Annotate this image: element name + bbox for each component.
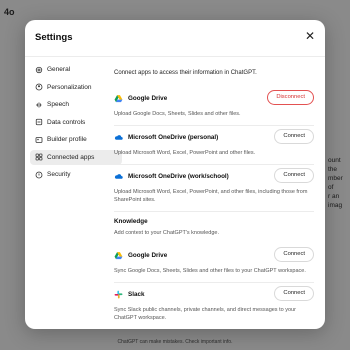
- modal-header: Settings ✕: [25, 20, 325, 57]
- settings-modal: Settings ✕ General Personalization Speec…: [25, 20, 325, 329]
- app-description: Upload Microsoft Word, Excel, PowerPoint…: [114, 189, 308, 203]
- app-description: Sync Google Docs, Sheets, Slides and oth…: [114, 268, 306, 274]
- data-controls-icon: [35, 118, 43, 126]
- google-drive-icon: [114, 94, 123, 102]
- sidebar-item-label: Builder profile: [47, 136, 87, 143]
- sidebar-item-general[interactable]: General: [30, 62, 122, 77]
- knowledge-heading: Knowledge: [114, 218, 148, 225]
- connect-button[interactable]: Connect: [274, 168, 314, 183]
- app-name: Google Drive: [128, 251, 168, 259]
- onedrive-icon: [114, 173, 123, 179]
- slack-icon: [114, 290, 123, 298]
- onedrive-icon: [114, 134, 123, 140]
- settings-sidebar: General Personalization Speech Data cont…: [30, 62, 122, 185]
- app-row-slack: Slack Sync Slack public channels, privat…: [114, 283, 314, 329]
- sidebar-item-label: Connected apps: [47, 153, 95, 161]
- app-name: Microsoft OneDrive (personal): [128, 133, 219, 141]
- sidebar-item-label: Data controls: [47, 118, 86, 126]
- security-icon: [35, 171, 43, 178]
- app-description: Upload Google Docs, Sheets, Slides and o…: [114, 111, 241, 117]
- speech-icon: [36, 102, 42, 107]
- sidebar-item-speech[interactable]: Speech: [30, 97, 122, 112]
- sidebar-item-data-controls[interactable]: Data controls: [30, 115, 122, 130]
- sidebar-item-security[interactable]: Security: [30, 167, 122, 182]
- close-icon[interactable]: ✕: [305, 30, 315, 42]
- builder-profile-icon: [35, 136, 43, 143]
- sidebar-item-label: General: [47, 66, 71, 73]
- app-row-onedrive-personal: Microsoft OneDrive (personal) Upload Mic…: [114, 126, 314, 165]
- connect-button[interactable]: Connect: [274, 247, 314, 262]
- modal-title: Settings: [35, 32, 73, 43]
- sidebar-item-builder-profile[interactable]: Builder profile: [30, 132, 122, 147]
- app-name: Google Drive: [128, 94, 168, 102]
- app-description: Upload Microsoft Word, Excel, PowerPoint…: [114, 150, 256, 156]
- panel-intro: Connect apps to access their information…: [114, 70, 257, 76]
- app-row-google-drive: Google Drive Upload Google Docs, Sheets,…: [114, 87, 314, 126]
- app-description: Sync Slack public channels, private chan…: [114, 307, 296, 321]
- connected-apps-panel: Connect apps to access their information…: [114, 70, 314, 329]
- app-row-knowledge-google-drive: Google Drive Sync Google Docs, Sheets, S…: [114, 244, 314, 283]
- disconnect-button[interactable]: Disconnect: [267, 90, 314, 105]
- sidebar-item-label: Speech: [47, 101, 70, 108]
- app-row-onedrive-work: Microsoft OneDrive (work/school) Upload …: [114, 165, 314, 212]
- connect-button[interactable]: Connect: [274, 129, 314, 144]
- sidebar-item-label: Security: [47, 171, 71, 178]
- app-name: Slack: [128, 290, 145, 298]
- connect-button[interactable]: Connect: [274, 286, 314, 301]
- app-name: Microsoft OneDrive (work/school): [128, 172, 229, 180]
- sidebar-item-label: Personalization: [47, 83, 92, 91]
- sidebar-item-connected-apps[interactable]: Connected apps: [30, 149, 122, 165]
- google-drive-icon: [114, 251, 123, 259]
- sidebar-item-personalization[interactable]: Personalization: [30, 80, 122, 95]
- gear-icon: [35, 66, 43, 73]
- personalization-icon: [35, 83, 43, 91]
- connected-apps-icon: [35, 153, 43, 161]
- knowledge-subtitle: Add context to your ChatGPT's knowledge.: [114, 230, 219, 236]
